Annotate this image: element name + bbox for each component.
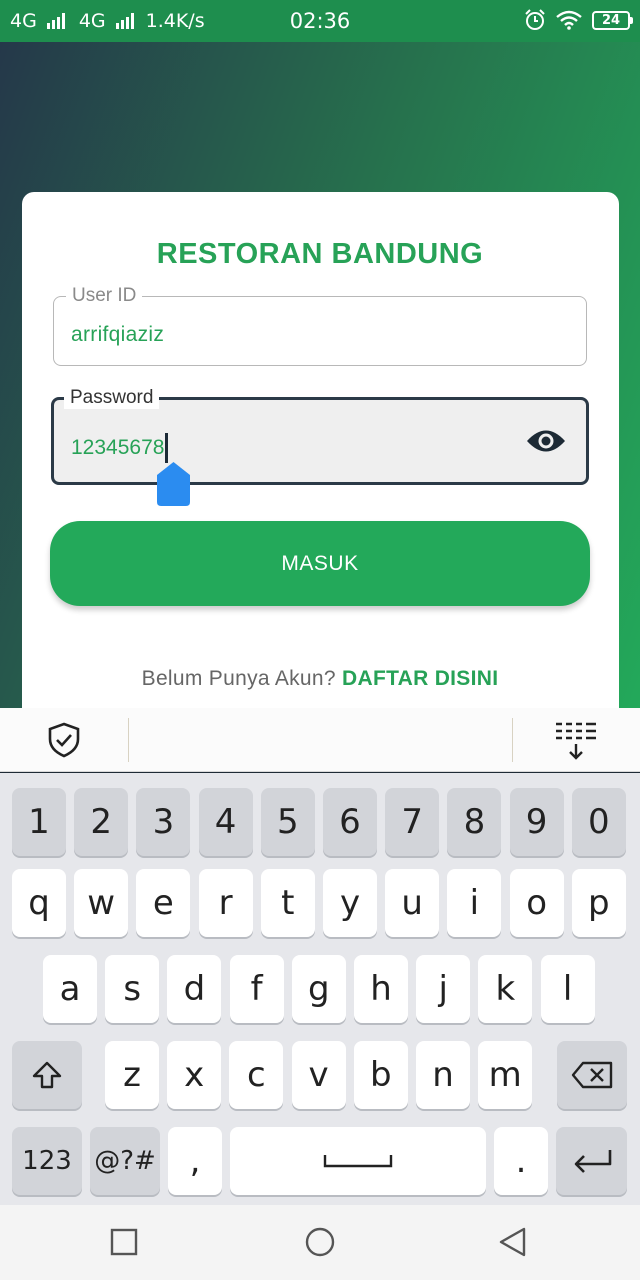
comma-key[interactable]: , — [168, 1127, 222, 1195]
number-key-7[interactable]: 7 — [385, 788, 440, 856]
letter-key-v[interactable]: v — [291, 1041, 346, 1109]
status-bar: 4G 4G 1.4K/s 02:36 24 — [0, 0, 640, 42]
number-key-2[interactable]: 2 — [74, 788, 129, 856]
keyboard-toolbar — [0, 708, 640, 772]
user-id-value[interactable]: arrifqiaziz — [71, 323, 164, 347]
letter-key-c[interactable]: c — [229, 1041, 284, 1109]
numbers-key[interactable]: 123 — [12, 1127, 82, 1195]
toolbar-divider — [512, 718, 513, 762]
signup-row: Belum Punya Akun? DAFTAR DISINI — [0, 667, 640, 691]
battery-icon: 24 — [592, 10, 633, 30]
letter-key-h[interactable]: h — [354, 955, 408, 1023]
letter-key-y[interactable]: y — [323, 869, 377, 937]
letter-key-l[interactable]: l — [540, 955, 595, 1023]
app-title: RESTORAN BANDUNG — [156, 238, 484, 270]
letter-key-t[interactable]: t — [260, 869, 315, 937]
letter-key-j[interactable]: j — [416, 955, 471, 1023]
keyboard: 1234567890 qwertyuiop asdfghjkl zxcvbnm … — [0, 773, 640, 1205]
shift-icon — [32, 1061, 62, 1089]
letter-key-u[interactable]: u — [385, 869, 440, 937]
shield-check-icon[interactable] — [46, 722, 82, 758]
letter-key-g[interactable]: g — [291, 955, 346, 1023]
letter-key-f[interactable]: f — [229, 955, 284, 1023]
enter-key[interactable] — [556, 1127, 627, 1195]
shift-key[interactable] — [12, 1041, 82, 1109]
number-key-4[interactable]: 4 — [198, 788, 253, 856]
text-cursor — [165, 433, 169, 463]
symbols-key[interactable]: @?# — [90, 1127, 160, 1195]
signup-prompt: Belum Punya Akun? — [141, 667, 336, 690]
letter-key-d[interactable]: d — [167, 955, 222, 1023]
letter-key-z[interactable]: z — [105, 1041, 159, 1109]
number-key-6[interactable]: 6 — [323, 788, 377, 856]
navigation-bar — [0, 1205, 640, 1280]
letter-key-w[interactable]: w — [74, 869, 129, 937]
letter-key-b[interactable]: b — [353, 1041, 408, 1109]
number-key-9[interactable]: 9 — [509, 788, 564, 856]
signup-link[interactable]: DAFTAR DISINI — [342, 667, 498, 690]
letter-key-x[interactable]: x — [167, 1041, 222, 1109]
battery-level: 24 — [601, 12, 621, 28]
backspace-icon — [571, 1061, 613, 1089]
letter-key-p[interactable]: p — [571, 869, 626, 937]
space-key[interactable] — [230, 1127, 486, 1195]
home-icon[interactable] — [303, 1225, 337, 1259]
period-key[interactable]: . — [494, 1127, 548, 1195]
letter-key-q[interactable]: q — [12, 869, 66, 937]
number-key-5[interactable]: 5 — [260, 788, 315, 856]
letter-key-a[interactable]: a — [43, 955, 97, 1023]
password-label: Password — [64, 387, 160, 409]
number-key-8[interactable]: 8 — [447, 788, 502, 856]
enter-icon — [574, 1150, 611, 1173]
password-field[interactable]: Password 12345678 — [51, 387, 589, 485]
login-button[interactable]: MASUK — [50, 521, 590, 606]
letter-key-e[interactable]: e — [136, 869, 191, 937]
letter-key-r[interactable]: r — [198, 869, 253, 937]
space-icon — [323, 1155, 393, 1168]
number-key-3[interactable]: 3 — [136, 788, 191, 856]
number-key-0[interactable]: 0 — [571, 788, 626, 856]
letter-key-i[interactable]: i — [447, 869, 502, 937]
back-icon[interactable] — [496, 1225, 530, 1259]
password-value[interactable]: 12345678 — [71, 436, 164, 460]
letter-key-k[interactable]: k — [478, 955, 533, 1023]
user-id-field[interactable]: User ID arrifqiaziz — [53, 285, 587, 366]
letter-key-s[interactable]: s — [105, 955, 160, 1023]
toolbar-divider — [128, 718, 129, 762]
user-id-label: User ID — [66, 285, 143, 307]
recents-icon[interactable] — [107, 1225, 141, 1259]
letter-key-n[interactable]: n — [416, 1041, 470, 1109]
alarm-icon — [525, 9, 545, 30]
hide-keyboard-icon[interactable] — [554, 720, 598, 762]
wifi-icon — [556, 10, 582, 30]
letter-key-o[interactable]: o — [509, 869, 564, 937]
backspace-key[interactable] — [557, 1041, 627, 1109]
number-key-1[interactable]: 1 — [12, 788, 66, 856]
show-password-icon[interactable] — [526, 428, 566, 454]
text-selection-handle[interactable] — [157, 462, 190, 506]
letter-key-m[interactable]: m — [478, 1041, 533, 1109]
